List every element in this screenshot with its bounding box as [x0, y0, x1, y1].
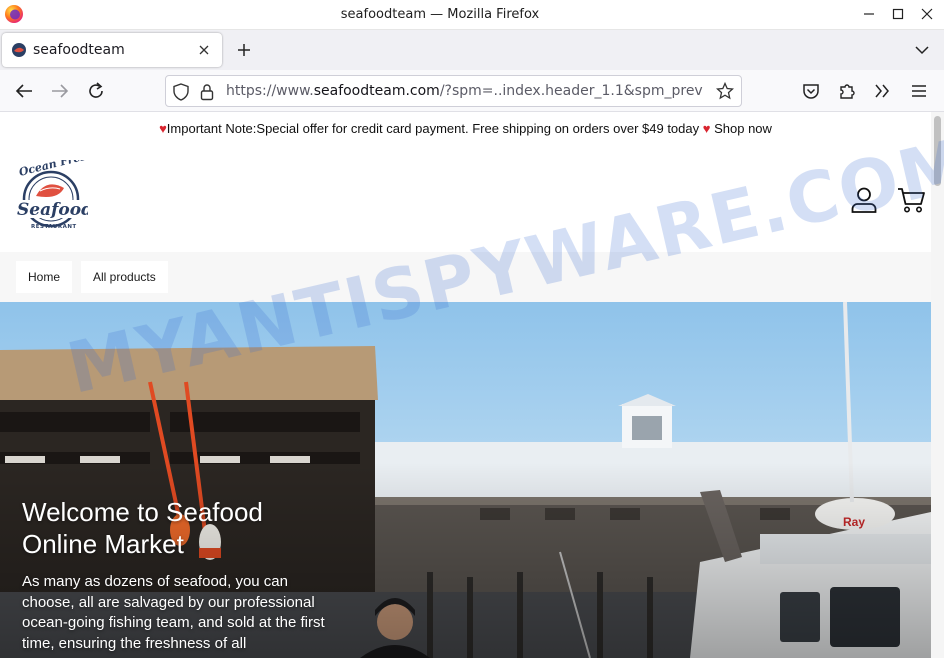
window-titlebar: seafoodteam — Mozilla Firefox [0, 0, 944, 30]
scrollbar-thumb[interactable] [934, 116, 941, 186]
window-title: seafoodteam — Mozilla Firefox [340, 7, 540, 22]
back-button[interactable] [11, 78, 37, 104]
pocket-button[interactable] [798, 78, 824, 104]
seafood-logo[interactable]: Ocean Fresh Seafood RESTAURANT [14, 160, 88, 234]
pocket-icon [803, 84, 819, 99]
hamburger-menu-icon [912, 85, 926, 97]
site-header: Ocean Fresh Seafood RESTAURANT [0, 146, 931, 252]
tab-label: seafoodteam [33, 42, 125, 58]
url-bar[interactable]: https://www.seafoodteam.com/?spm=..index… [165, 75, 742, 107]
new-tab-button[interactable] [232, 38, 256, 62]
back-arrow-icon [15, 84, 32, 98]
announcement-text: Important Note:Special offer for credit … [166, 121, 700, 136]
close-window-button[interactable] [916, 4, 938, 24]
reload-icon [89, 82, 103, 98]
shop-now-link[interactable]: Shop now [714, 121, 772, 136]
url-prefix: https://www. [226, 83, 314, 99]
hero-banner: Ray Welcome to Seafood Online Market As … [0, 302, 931, 658]
tab-seafoodteam[interactable]: seafoodteam [2, 33, 222, 67]
extensions-button[interactable] [834, 78, 860, 104]
tab-close-button[interactable] [194, 40, 214, 60]
main-navigation: Home All products [0, 252, 931, 302]
bookmark-star-icon[interactable] [716, 82, 734, 100]
hero-description: As many as dozens of seafood, you can ch… [22, 573, 325, 652]
reload-button[interactable] [83, 78, 109, 104]
web-page: ♥Important Note:Special offer for credit… [0, 112, 931, 658]
url-domain: seafoodteam.com [313, 83, 440, 99]
plus-icon [238, 44, 250, 56]
tab-strip: seafoodteam [0, 30, 944, 70]
hero-title: Welcome to Seafood Online Market [22, 497, 263, 559]
close-icon [199, 45, 209, 55]
account-icon[interactable] [850, 186, 878, 214]
heart-icon: ♥ [159, 121, 167, 136]
lock-icon[interactable] [200, 83, 214, 101]
minimize-icon [864, 13, 874, 15]
puzzle-piece-icon [840, 84, 855, 99]
site-favicon-icon [12, 43, 26, 57]
nav-item-home[interactable]: Home [16, 261, 73, 293]
double-chevron-right-icon [875, 84, 889, 98]
url-text[interactable]: https://www.seafoodteam.com/?spm=..index… [226, 83, 711, 99]
maximize-icon [892, 8, 904, 20]
cart-icon[interactable] [897, 186, 927, 214]
logo-text-main: Seafood [17, 200, 88, 220]
forward-button[interactable] [47, 78, 73, 104]
url-path: /?spm=..index.header_1.1&spm_prev [439, 83, 703, 99]
announcement-bar: ♥Important Note:Special offer for credit… [0, 112, 931, 146]
logo-text-bottom: RESTAURANT [31, 224, 77, 230]
close-icon [921, 8, 933, 20]
maximize-button[interactable] [887, 4, 909, 24]
chevron-down-icon [915, 46, 929, 55]
nav-item-all-products[interactable]: All products [81, 261, 168, 293]
tracking-protection-shield-icon[interactable] [173, 83, 189, 101]
page-scrollbar[interactable] [931, 112, 944, 658]
more-tools-button[interactable] [869, 78, 895, 104]
app-menu-button[interactable] [906, 78, 932, 104]
forward-arrow-icon [52, 84, 69, 98]
list-all-tabs-button[interactable] [910, 38, 934, 62]
navigation-toolbar: https://www.seafoodteam.com/?spm=..index… [0, 70, 944, 112]
heart-icon: ♥ [702, 121, 711, 136]
minimize-button[interactable] [858, 4, 880, 24]
